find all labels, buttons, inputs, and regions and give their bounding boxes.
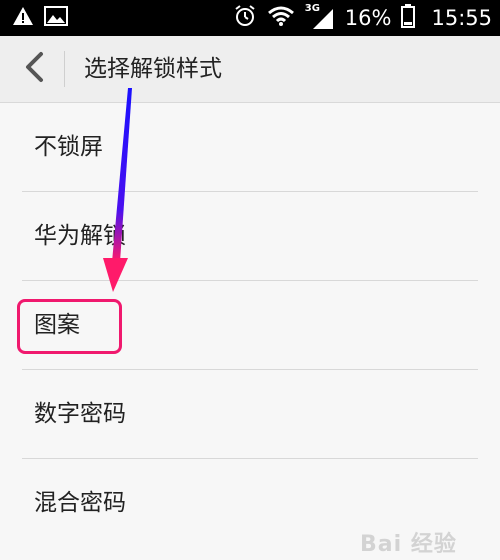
status-right-area: 3G 16% 15:55 bbox=[233, 0, 492, 36]
wifi-icon bbox=[267, 5, 295, 31]
lock-option-pin[interactable]: 数字密码 bbox=[22, 370, 478, 459]
title-divider bbox=[64, 51, 65, 87]
status-left-icons bbox=[12, 5, 68, 31]
lock-option-none[interactable]: 不锁屏 bbox=[22, 103, 478, 192]
warning-icon bbox=[12, 5, 34, 31]
signal-icon: 3G bbox=[305, 3, 335, 31]
chevron-left-icon bbox=[23, 51, 45, 87]
back-button[interactable] bbox=[14, 48, 54, 90]
battery-icon bbox=[401, 4, 416, 32]
lock-option-list: 不锁屏 华为解锁 图案 数字密码 混合密码 bbox=[0, 103, 500, 547]
title-bar: 选择解锁样式 bbox=[0, 36, 500, 103]
status-time: 15:55 bbox=[431, 6, 492, 30]
alarm-icon bbox=[233, 4, 257, 32]
battery-percent: 16% bbox=[344, 6, 392, 30]
lock-option-label: 不锁屏 bbox=[34, 134, 103, 160]
lock-option-pattern[interactable]: 图案 bbox=[22, 281, 478, 370]
lock-option-huawei[interactable]: 华为解锁 bbox=[22, 192, 478, 281]
status-bar: 3G 16% 15:55 bbox=[0, 0, 500, 36]
image-icon bbox=[44, 5, 68, 31]
page-title: 选择解锁样式 bbox=[84, 56, 222, 82]
lock-option-label: 数字密码 bbox=[34, 401, 126, 427]
lock-option-label: 混合密码 bbox=[34, 490, 126, 516]
lock-option-label: 图案 bbox=[34, 312, 80, 338]
lock-option-label: 华为解锁 bbox=[34, 223, 126, 249]
lock-option-password[interactable]: 混合密码 bbox=[22, 459, 478, 547]
